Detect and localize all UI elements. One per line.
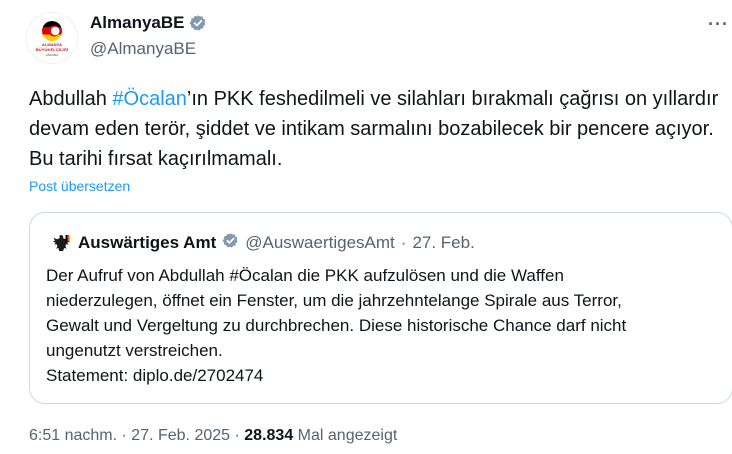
tweet-meta: 6:51 nachm. · 27. Feb. 2025 · 28.834 Mal… (29, 427, 397, 445)
quoted-author-handle[interactable]: @AuswaertigesAmt (245, 233, 395, 253)
view-count: 28.834 (244, 427, 294, 444)
verified-badge-icon[interactable] (222, 232, 239, 254)
quoted-tweet-card[interactable]: Auswärtiges Amt @AuswaertigesAmt · 27. F… (29, 212, 732, 404)
quoted-tweet-text: Der Aufruf von Abdullah #Öcalan die PKK … (46, 266, 627, 385)
author-handle[interactable]: @AlmanyaBE (90, 39, 196, 59)
tweet-time[interactable]: 6:51 nachm. (29, 427, 117, 444)
view-count-label: Mal angezeigt (297, 427, 398, 444)
separator-dot: · (121, 427, 127, 444)
german-flag-emblem-icon (42, 21, 62, 41)
separator-dot: · (234, 427, 240, 444)
author-avatar[interactable]: ALMANYA BÜYÜKELÇİLİĞİ ANKARA (26, 12, 78, 64)
federal-eagle-icon (52, 235, 71, 251)
quoted-tweet-date[interactable]: 27. Feb. (412, 233, 474, 253)
avatar-sublabel: ANKARA (45, 53, 59, 57)
tweet-date[interactable]: 27. Feb. 2025 (131, 427, 230, 444)
avatar-label: ALMANYA BÜYÜKELÇİLİĞİ (35, 42, 69, 52)
author-display-name[interactable]: AlmanyaBE (90, 13, 184, 33)
author-name-row: AlmanyaBE (90, 13, 207, 33)
quoted-author-name[interactable]: Auswärtiges Amt (78, 233, 216, 253)
tweet-text-part: Abdullah (29, 88, 113, 110)
more-options-icon[interactable]: ··· (708, 14, 729, 35)
quoted-tweet-header: Auswärtiges Amt @AuswaertigesAmt · 27. F… (50, 232, 475, 254)
translate-post-link[interactable]: Post übersetzen (29, 178, 130, 194)
separator-dot: · (400, 233, 407, 252)
tweet-text: Abdullah #Öcalan’ın PKK feshedilmeli ve … (29, 84, 719, 174)
hashtag-link[interactable]: #Öcalan (112, 88, 187, 110)
verified-badge-icon[interactable] (189, 14, 207, 32)
